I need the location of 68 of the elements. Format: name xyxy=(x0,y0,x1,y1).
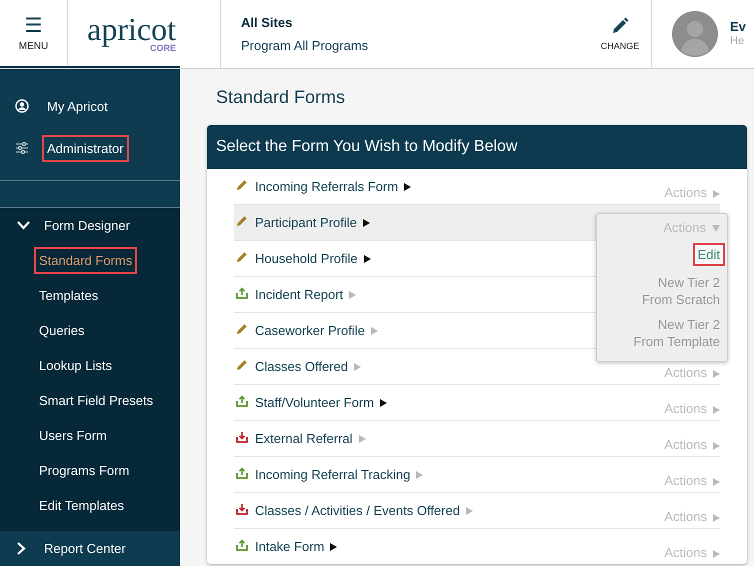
caret-right-icon xyxy=(330,542,338,550)
caret-right-icon xyxy=(713,514,720,522)
caret-right-icon xyxy=(713,190,720,198)
nav-sub-link[interactable]: Smart Field Presets xyxy=(34,387,158,414)
upload-icon xyxy=(236,287,248,299)
caret-right-icon xyxy=(713,550,720,558)
upload-icon xyxy=(236,539,248,551)
caret-right-icon xyxy=(416,470,424,478)
change-button[interactable]: CHANGE xyxy=(591,0,649,68)
user-name: Ev xyxy=(730,20,746,34)
upload-icon xyxy=(236,467,248,479)
caret-right-icon xyxy=(364,254,371,262)
form-name[interactable]: Incident Report xyxy=(255,287,344,302)
nav-link[interactable]: Administrator xyxy=(42,134,129,162)
user-role: He xyxy=(730,34,746,48)
nav-sub-link[interactable]: Lookup Lists xyxy=(34,352,117,379)
caret-right-icon xyxy=(404,182,412,190)
nav-sub-link[interactable]: Programs Form xyxy=(34,457,134,484)
menu-icon: ☰ xyxy=(24,16,42,34)
caret-right-icon xyxy=(358,434,366,442)
form-name[interactable]: Participant Profile xyxy=(255,215,357,230)
nav-link[interactable]: My Apricot xyxy=(42,92,113,120)
pencil-icon xyxy=(611,17,629,35)
menu-label: MENU xyxy=(18,40,48,52)
download-icon xyxy=(236,431,248,443)
nav-sub-link[interactable]: Users Form xyxy=(34,422,112,449)
caret-right-icon xyxy=(713,370,720,378)
nav-sub-link[interactable]: Queries xyxy=(34,317,90,344)
pencil-icon xyxy=(236,215,248,227)
caret-right-icon xyxy=(380,398,387,406)
caret-right-icon xyxy=(713,478,720,486)
page-title: Standard Forms xyxy=(216,87,346,108)
menu-item[interactable]: Edit xyxy=(692,243,725,266)
site-title: All Sites xyxy=(241,15,294,30)
user-icon xyxy=(15,99,29,113)
pencil-icon xyxy=(236,251,248,263)
nav-section[interactable]: Report Center xyxy=(39,535,131,562)
caret-right-icon xyxy=(362,218,370,226)
form-name[interactable]: Intake Form xyxy=(255,539,324,554)
avatar[interactable] xyxy=(672,11,718,57)
download-icon xyxy=(236,503,248,515)
pencil-icon xyxy=(236,323,248,335)
caret-down-icon xyxy=(712,225,720,232)
logo-edition: CORE xyxy=(150,43,176,53)
form-name[interactable]: Incoming Referrals Form xyxy=(255,179,398,194)
card-title: Select the Form You Wish to Modify Below xyxy=(216,138,518,156)
caret-right-icon xyxy=(349,290,356,298)
pencil-icon xyxy=(236,179,248,191)
form-name[interactable]: Classes Offered xyxy=(255,359,348,374)
form-name[interactable]: Staff/Volunteer Form xyxy=(255,395,374,410)
form-name[interactable]: Incoming Referral Tracking xyxy=(255,467,410,482)
nav-sub-link[interactable]: Templates xyxy=(34,282,104,309)
upload-icon xyxy=(236,395,248,407)
sliders-icon xyxy=(15,141,29,155)
caret-right-icon xyxy=(370,326,378,334)
program-label: Program All Programs xyxy=(241,38,370,53)
caret-right-icon xyxy=(713,442,720,450)
caret-right-icon xyxy=(713,406,720,414)
form-name[interactable]: Caseworker Profile xyxy=(255,323,365,338)
nav-sub-link[interactable]: Standard Forms xyxy=(34,247,138,274)
caret-right-icon xyxy=(354,362,361,370)
nav-section[interactable]: Form Designer xyxy=(39,212,135,239)
form-name[interactable]: External Referral xyxy=(255,431,353,446)
nav-sub-link[interactable]: Edit Templates xyxy=(34,492,130,519)
form-name[interactable]: Household Profile xyxy=(255,251,358,266)
caret-right-icon xyxy=(466,506,473,514)
form-name[interactable]: Classes / Activities / Events Offered xyxy=(255,503,460,518)
pencil-icon xyxy=(236,359,248,371)
